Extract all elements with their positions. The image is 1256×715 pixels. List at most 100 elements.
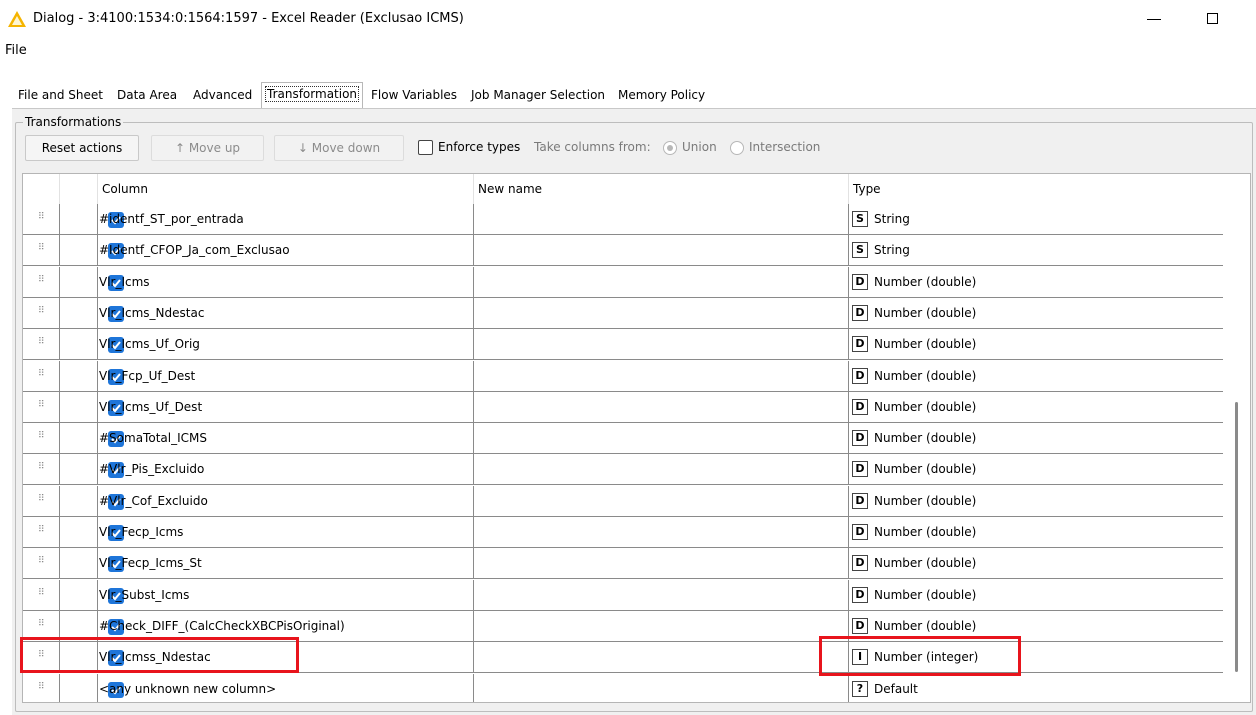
vertical-scrollbar[interactable] (1235, 402, 1238, 672)
row-checkbox-cell[interactable] (60, 235, 124, 267)
drag-handle-icon[interactable]: ⠿ (38, 400, 45, 409)
menu-file[interactable]: File (5, 43, 27, 58)
row-new-name-cell[interactable] (474, 266, 849, 298)
drag-handle-icon[interactable]: ⠿ (38, 244, 45, 253)
drag-handle-icon[interactable]: ⠿ (38, 369, 45, 378)
maximize-button[interactable] (1207, 13, 1218, 24)
row-handle-cell[interactable]: ⠿ (23, 485, 60, 517)
row-checkbox-cell[interactable] (60, 517, 124, 548)
table-row[interactable]: ⠿ Vlr_Icms_Uf_Dest D Number (double) (23, 391, 1223, 423)
row-checkbox-cell[interactable] (60, 360, 124, 392)
row-new-name-cell[interactable] (474, 579, 849, 611)
table-row[interactable]: ⠿ #Vlr_Pis_Excluido D Number (double) (23, 454, 1223, 486)
arrow-down-icon: ↓ (297, 141, 308, 155)
drag-handle-icon[interactable]: ⠿ (38, 557, 45, 566)
row-column-name: Vlr_Icms (99, 274, 150, 289)
row-new-name-cell[interactable] (474, 329, 849, 361)
tab-transformation[interactable]: Transformation (261, 82, 364, 108)
row-checkbox-cell[interactable] (60, 423, 124, 455)
row-checkbox-cell[interactable] (60, 297, 124, 329)
drag-handle-icon[interactable]: ⠿ (38, 588, 45, 597)
row-new-name-cell[interactable] (474, 235, 849, 267)
type-badge-icon: D (852, 367, 868, 384)
row-handle-cell[interactable]: ⠿ (23, 673, 60, 702)
row-new-name-cell[interactable] (474, 548, 849, 580)
table-row[interactable]: ⠿ #identf_ST_por_entrada S String (23, 204, 1223, 235)
table-row[interactable]: ⠿ Vlr_Fecp_Icms D Number (double) (23, 517, 1223, 548)
drag-handle-icon[interactable]: ⠿ (38, 494, 45, 503)
window-title: Dialog - 3:4100:1534:0:1564:1597 - Excel… (33, 11, 464, 26)
row-new-name-cell[interactable] (474, 297, 849, 329)
table-row[interactable]: ⠿ Vlr_Fcp_Uf_Dest D Number (double) (23, 360, 1223, 392)
row-handle-cell[interactable]: ⠿ (23, 423, 60, 455)
row-handle-cell[interactable]: ⠿ (23, 297, 60, 329)
row-new-name-cell[interactable] (474, 642, 849, 674)
table-row[interactable]: ⠿ Vlr_Icms_Uf_Orig D Number (double) (23, 329, 1223, 361)
row-new-name-cell[interactable] (474, 454, 849, 486)
tab-advanced[interactable]: Advanced (189, 84, 256, 108)
drag-handle-icon[interactable]: ⠿ (38, 463, 45, 472)
row-checkbox-cell[interactable] (60, 266, 124, 298)
row-handle-cell[interactable]: ⠿ (23, 454, 60, 486)
row-handle-cell[interactable]: ⠿ (23, 517, 60, 548)
row-handle-cell[interactable]: ⠿ (23, 579, 60, 611)
table-row[interactable]: ⠿ Vlr_Fecp_Icms_St D Number (double) (23, 548, 1223, 580)
drag-handle-icon[interactable]: ⠿ (38, 306, 45, 315)
row-handle-cell[interactable]: ⠿ (23, 235, 60, 267)
tab-data-area[interactable]: Data Area (113, 84, 181, 108)
row-new-name-cell[interactable] (474, 423, 849, 455)
tab-file-and-sheet[interactable]: File and Sheet (14, 84, 107, 108)
row-handle-cell[interactable]: ⠿ (23, 266, 60, 298)
minimize-button[interactable] (1147, 19, 1161, 20)
union-radio[interactable] (663, 141, 677, 155)
row-checkbox-cell[interactable] (60, 329, 124, 361)
row-new-name-cell[interactable] (474, 517, 849, 548)
intersection-radio[interactable] (730, 141, 744, 155)
table-row[interactable]: ⠿ #Vlr_Cof_Excluido D Number (double) (23, 485, 1223, 517)
row-new-name-cell[interactable] (474, 485, 849, 517)
row-checkbox-cell[interactable] (60, 204, 124, 235)
move-up-button[interactable]: ↑ Move up (151, 135, 264, 161)
enforce-types-checkbox[interactable] (418, 140, 433, 155)
drag-handle-icon[interactable]: ⠿ (38, 619, 45, 628)
row-checkbox-cell[interactable] (60, 579, 124, 611)
row-new-name-cell[interactable] (474, 673, 849, 702)
row-new-name-cell[interactable] (474, 391, 849, 423)
drag-handle-icon[interactable]: ⠿ (38, 526, 45, 535)
highlight-column-box (20, 637, 299, 673)
row-new-name-cell[interactable] (474, 610, 849, 642)
drag-handle-icon[interactable]: ⠿ (38, 338, 45, 347)
table-row[interactable]: ⠿ <any unknown new column>? Default (23, 673, 1223, 702)
row-handle-cell[interactable]: ⠿ (23, 360, 60, 392)
row-checkbox-cell[interactable] (60, 548, 124, 580)
row-handle-cell[interactable]: ⠿ (23, 548, 60, 580)
table-row[interactable]: ⠿ #Identf_CFOP_Ja_com_Exclusao S String (23, 235, 1223, 267)
row-handle-cell[interactable]: ⠿ (23, 329, 60, 361)
drag-handle-icon[interactable]: ⠿ (38, 275, 45, 284)
tab-memory-policy[interactable]: Memory Policy (614, 84, 709, 108)
header-new-name[interactable]: New name (474, 174, 849, 204)
header-column[interactable]: Column (98, 174, 474, 204)
tab-flow-variables[interactable]: Flow Variables (367, 84, 461, 108)
table-row[interactable]: ⠿ Vlr_Icms_Ndestac D Number (double) (23, 297, 1223, 329)
table-row[interactable]: ⠿ Vlr_Icms D Number (double) (23, 266, 1223, 298)
row-new-name-cell[interactable] (474, 204, 849, 235)
reset-actions-button[interactable]: Reset actions (25, 135, 139, 161)
row-handle-cell[interactable]: ⠿ (23, 391, 60, 423)
header-type[interactable]: Type (849, 174, 1223, 204)
drag-handle-icon[interactable]: ⠿ (38, 432, 45, 441)
row-checkbox-cell[interactable] (60, 454, 124, 486)
table-row[interactable]: ⠿ #SomaTotal_ICMS D Number (double) (23, 423, 1223, 455)
drag-handle-icon[interactable]: ⠿ (38, 213, 45, 222)
row-checkbox-cell[interactable] (60, 673, 124, 702)
move-down-button[interactable]: ↓ Move down (274, 135, 404, 161)
table-row[interactable]: ⠿ Vlr_Subst_Icms D Number (double) (23, 579, 1223, 611)
row-checkbox-cell[interactable] (60, 391, 124, 423)
row-checkbox-cell[interactable] (60, 485, 124, 517)
transformations-group-title: Transformations (23, 115, 124, 129)
row-column-cell[interactable] (98, 266, 474, 298)
drag-handle-icon[interactable]: ⠿ (38, 682, 45, 691)
tab-job-manager-selection[interactable]: Job Manager Selection (467, 84, 609, 108)
row-new-name-cell[interactable] (474, 360, 849, 392)
row-handle-cell[interactable]: ⠿ (23, 204, 60, 235)
